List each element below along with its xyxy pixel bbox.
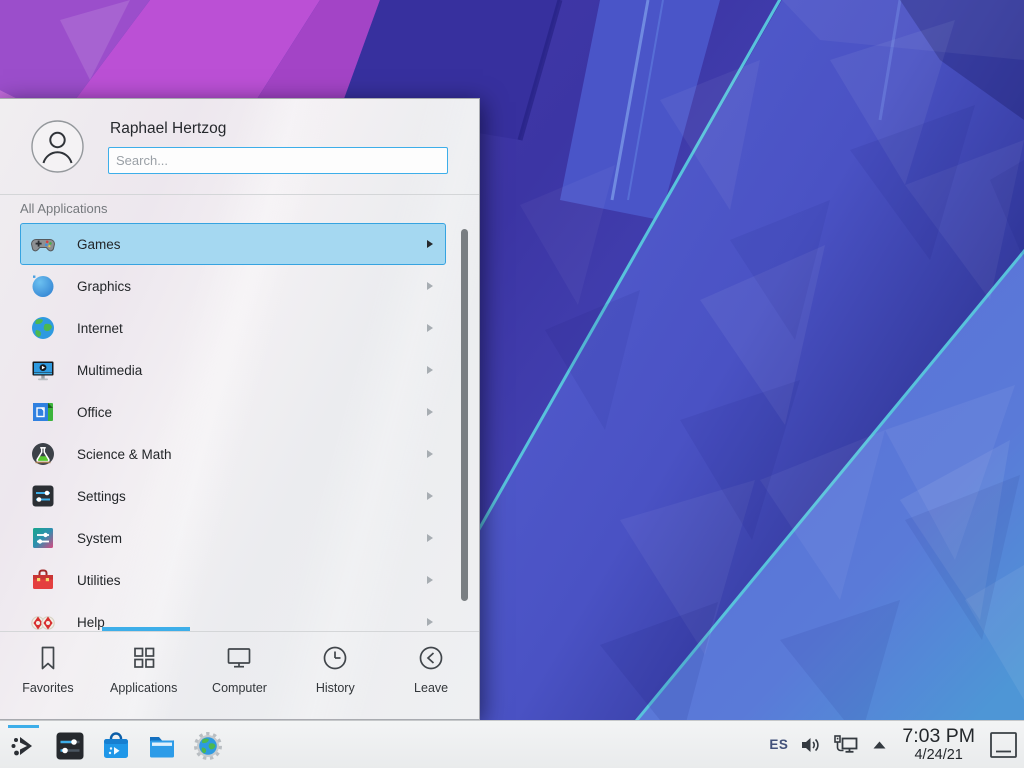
- gamepad-icon: [30, 231, 56, 257]
- system-settings-icon[interactable]: [54, 730, 86, 762]
- category-label: Utilities: [77, 573, 121, 588]
- category-row-utilities[interactable]: Utilities: [20, 559, 446, 601]
- clock-date: 4/24/21: [902, 748, 975, 763]
- monitor-icon: [224, 643, 254, 673]
- tab-computer[interactable]: Computer: [192, 632, 288, 720]
- submenu-arrow-icon: [427, 366, 433, 374]
- tab-label: Applications: [110, 681, 177, 695]
- menu-tab-bar: Favorites Applications C: [0, 632, 479, 720]
- toolbox-icon: [30, 567, 56, 593]
- category-label: Multimedia: [77, 363, 142, 378]
- category-row-games[interactable]: Games: [20, 223, 446, 265]
- network-icon[interactable]: [833, 734, 859, 755]
- category-label: Games: [77, 237, 121, 252]
- bookmark-icon: [33, 643, 63, 673]
- user-name: Raphael Hertzog: [110, 120, 226, 138]
- tab-label: Computer: [212, 681, 267, 695]
- list-scrollbar[interactable]: [461, 229, 468, 601]
- submenu-arrow-icon: [427, 576, 433, 584]
- category-list: Games Graphics: [20, 223, 446, 631]
- globe-icon: [30, 315, 56, 341]
- office-docs-icon: [30, 399, 56, 425]
- tab-label: Leave: [414, 681, 448, 695]
- show-desktop-icon[interactable]: [989, 731, 1018, 759]
- submenu-arrow-icon: [427, 618, 433, 626]
- header-divider: [0, 194, 479, 195]
- tab-applications[interactable]: Applications: [96, 632, 192, 720]
- sliders-dark-icon: [30, 483, 56, 509]
- submenu-arrow-icon: [427, 534, 433, 542]
- system-tray: ES 7:03 PM 4/24/21: [769, 721, 1018, 768]
- desktop: Raphael Hertzog All Applications: [0, 0, 1024, 768]
- category-row-graphics[interactable]: Graphics: [20, 265, 446, 307]
- tab-label: History: [316, 681, 355, 695]
- category-row-settings[interactable]: Settings: [20, 475, 446, 517]
- category-row-internet[interactable]: Internet: [20, 307, 446, 349]
- category-label: System: [77, 531, 122, 546]
- category-row-system[interactable]: System: [20, 517, 446, 559]
- tab-leave[interactable]: Leave: [383, 632, 479, 720]
- section-label: All Applications: [20, 201, 107, 216]
- tab-favorites[interactable]: Favorites: [0, 632, 96, 720]
- lifebuoy-icon: [30, 609, 56, 631]
- submenu-arrow-icon: [427, 324, 433, 332]
- web-browser-icon[interactable]: [192, 730, 224, 762]
- category-label: Office: [77, 405, 112, 420]
- submenu-arrow-icon: [427, 240, 433, 248]
- tab-history[interactable]: History: [287, 632, 383, 720]
- expand-tray-icon[interactable]: [871, 740, 888, 750]
- taskbar-launchers: [8, 721, 224, 768]
- menu-header: Raphael Hertzog: [0, 99, 479, 194]
- volume-icon[interactable]: [800, 735, 821, 755]
- category-row-office[interactable]: Office: [20, 391, 446, 433]
- category-row-multimedia[interactable]: Multimedia: [20, 349, 446, 391]
- submenu-arrow-icon: [427, 450, 433, 458]
- application-launcher-menu: Raphael Hertzog All Applications: [0, 98, 480, 720]
- sliders-color-icon: [30, 525, 56, 551]
- category-label: Science & Math: [77, 447, 172, 462]
- category-label: Settings: [77, 489, 126, 504]
- category-row-science[interactable]: Science & Math: [20, 433, 446, 475]
- submenu-arrow-icon: [427, 282, 433, 290]
- keyboard-layout-indicator[interactable]: ES: [769, 737, 788, 752]
- app-launcher-icon[interactable]: [8, 730, 40, 762]
- digital-clock[interactable]: 7:03 PM 4/24/21: [902, 727, 975, 763]
- tab-label: Favorites: [22, 681, 73, 695]
- discover-bag-icon[interactable]: [100, 730, 132, 762]
- category-label: Help: [77, 615, 105, 630]
- app-grid-icon: [129, 643, 159, 673]
- category-row-help[interactable]: Help: [20, 601, 446, 631]
- submenu-arrow-icon: [427, 408, 433, 416]
- clock-icon: [320, 643, 350, 673]
- media-player-icon: [30, 357, 56, 383]
- flask-icon: [30, 441, 56, 467]
- leave-circle-icon: [416, 643, 446, 673]
- taskbar-panel: ES 7:03 PM 4/24/21: [0, 720, 1024, 768]
- search-input[interactable]: [108, 147, 448, 174]
- clock-time: 7:03 PM: [902, 727, 975, 747]
- category-label: Internet: [77, 321, 123, 336]
- user-avatar[interactable]: [31, 120, 84, 173]
- submenu-arrow-icon: [427, 492, 433, 500]
- file-manager-icon[interactable]: [146, 730, 178, 762]
- category-label: Graphics: [77, 279, 131, 294]
- graphics-sphere-icon: [30, 273, 56, 299]
